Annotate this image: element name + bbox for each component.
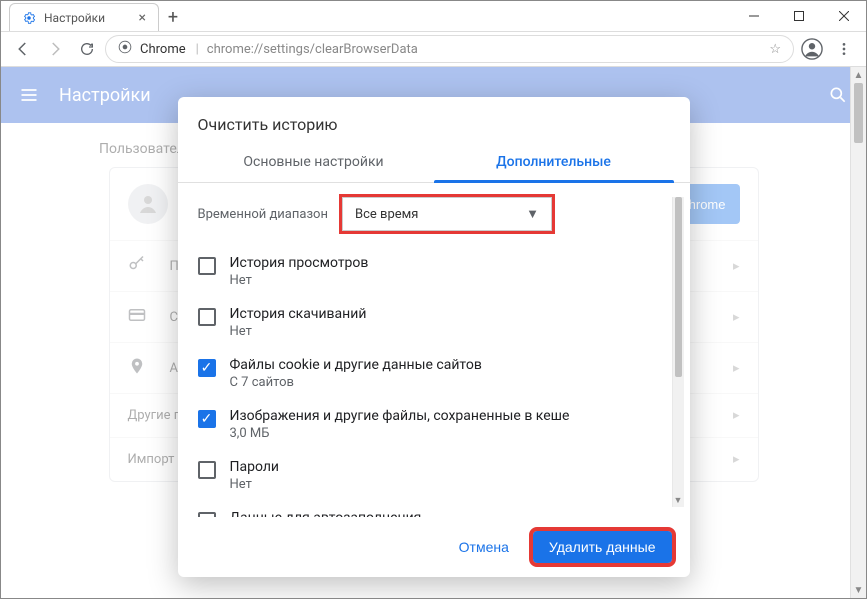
checkbox[interactable]: ✓	[198, 359, 216, 377]
check-title: История скачиваний	[230, 306, 367, 322]
url-path: chrome://settings/clearBrowserData	[207, 42, 418, 57]
browser-toolbar: Chrome | chrome://settings/clearBrowserD…	[1, 31, 866, 67]
site-info-icon[interactable]	[118, 40, 132, 58]
scroll-down-icon[interactable]: ▼	[851, 582, 866, 598]
clear-data-dialog: Очистить историю Основные настройки Допо…	[178, 97, 690, 577]
checkbox[interactable]	[198, 512, 216, 517]
scroll-thumb[interactable]	[854, 83, 863, 143]
check-subtitle: Нет	[230, 324, 367, 339]
tab-title: Настройки	[44, 11, 131, 25]
cancel-button[interactable]: Отмена	[445, 531, 523, 563]
kebab-menu-icon[interactable]	[830, 35, 858, 63]
check-row[interactable]: Пароли Нет	[198, 451, 666, 502]
address-bar[interactable]: Chrome | chrome://settings/clearBrowserD…	[105, 35, 794, 63]
check-subtitle: Нет	[230, 273, 369, 288]
window-minimize[interactable]	[731, 1, 776, 31]
browser-tab[interactable]: Настройки ×	[9, 3, 159, 31]
window-titlebar: Настройки × +	[1, 1, 866, 31]
window-maximize[interactable]	[776, 1, 821, 31]
url-scheme: Chrome	[140, 42, 186, 57]
check-row[interactable]: История скачиваний Нет	[198, 298, 666, 349]
dialog-tabs: Основные настройки Дополнительные	[178, 142, 690, 183]
reload-button[interactable]	[73, 35, 101, 63]
check-title: Пароли	[230, 459, 280, 475]
gear-icon	[22, 11, 36, 25]
time-range-label: Временной диапазон	[198, 207, 328, 222]
close-tab-icon[interactable]: ×	[139, 11, 146, 25]
window-close[interactable]	[821, 1, 866, 31]
check-row[interactable]: ✓ Файлы cookie и другие данные сайтов С 7 …	[198, 349, 666, 400]
confirm-delete-button[interactable]: Удалить данные	[533, 531, 672, 563]
check-subtitle: 3,0 МБ	[230, 426, 570, 441]
check-row[interactable]: ✓ Изображения и другие файлы, сохраненные…	[198, 400, 666, 451]
page-scrollbar[interactable]: ▲ ▼	[850, 67, 866, 598]
back-button[interactable]	[9, 35, 37, 63]
checkbox[interactable]: ✓	[198, 410, 216, 428]
time-range-value: Все время	[355, 207, 418, 222]
check-row[interactable]: История просмотров Нет	[198, 247, 666, 298]
checkbox[interactable]	[198, 461, 216, 479]
scroll-up-icon[interactable]: ▲	[851, 67, 866, 83]
check-subtitle: С 7 сайтов	[230, 375, 482, 390]
tab-advanced[interactable]: Дополнительные	[434, 142, 674, 182]
checkbox[interactable]	[198, 308, 216, 326]
scroll-down-icon[interactable]: ▼	[673, 493, 684, 507]
check-title: Данные для автозаполнения	[230, 510, 422, 517]
profile-button[interactable]	[798, 35, 826, 63]
time-range-select[interactable]: Все время ▼	[342, 197, 552, 231]
chevron-down-icon: ▼	[526, 206, 539, 222]
check-subtitle: Нет	[230, 477, 280, 492]
url-divider: |	[196, 42, 199, 57]
checkbox[interactable]	[198, 257, 216, 275]
check-title: История просмотров	[230, 255, 369, 271]
scroll-thumb[interactable]	[675, 197, 682, 377]
bookmark-icon[interactable]: ☆	[769, 42, 781, 57]
check-title: Файлы cookie и другие данные сайтов	[230, 357, 482, 373]
forward-button[interactable]	[41, 35, 69, 63]
check-title: Изображения и другие файлы, сохраненные …	[230, 408, 570, 424]
check-row[interactable]: Данные для автозаполнения	[198, 502, 666, 517]
new-tab-button[interactable]: +	[159, 3, 187, 31]
dialog-scrollbar[interactable]: ▼	[672, 197, 684, 507]
tab-basic[interactable]: Основные настройки	[194, 142, 434, 182]
dialog-title: Очистить историю	[178, 97, 690, 142]
